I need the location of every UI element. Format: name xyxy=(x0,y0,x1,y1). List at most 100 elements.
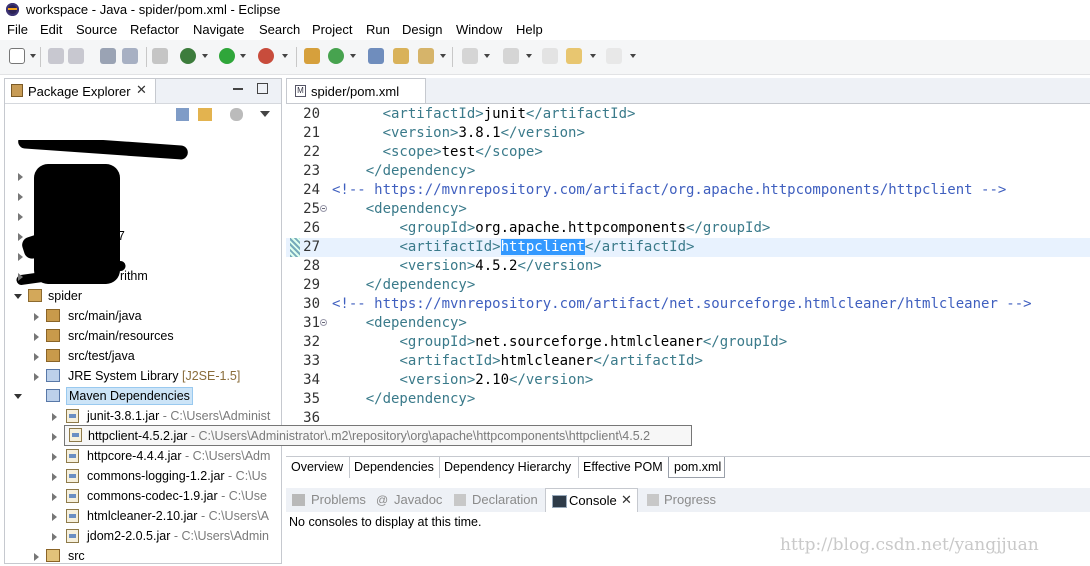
back-dropdown-icon[interactable] xyxy=(590,54,596,58)
collapsed-arrow-icon[interactable] xyxy=(34,553,39,561)
open-folder-icon[interactable] xyxy=(393,48,409,64)
code-line[interactable]: 30 <!-- https://mvnrepository.com/artifac… xyxy=(286,295,1090,314)
save-icon[interactable] xyxy=(48,48,64,64)
toggle-icon[interactable] xyxy=(152,48,168,64)
tab-javadoc[interactable]: Javadoc xyxy=(394,492,442,507)
previous-annotation-icon[interactable] xyxy=(503,48,519,64)
collapsed-arrow-icon[interactable] xyxy=(52,473,57,481)
collapsed-arrow-icon[interactable] xyxy=(34,373,39,381)
search-dropdown-icon[interactable] xyxy=(440,54,446,58)
tree-item-jar[interactable]: httpcore-4.4.4.jar - C:\Users\Adm xyxy=(52,446,282,466)
tree-item-src-test-java[interactable]: src/test/java xyxy=(34,346,274,366)
new-class-dropdown-icon[interactable] xyxy=(350,54,356,58)
menu-window[interactable]: Window xyxy=(456,22,502,37)
last-edit-location-icon[interactable] xyxy=(542,48,558,64)
debug-dropdown-icon[interactable] xyxy=(202,54,208,58)
code-line[interactable]: 26 <groupId>org.apache.httpcomponents</g… xyxy=(286,219,1090,238)
tree-item-jre-system-library[interactable]: JRE System Library [J2SE-1.5] xyxy=(34,366,274,386)
next-annotation-icon[interactable] xyxy=(462,48,478,64)
collapsed-arrow-icon[interactable] xyxy=(52,533,57,541)
fold-icon[interactable] xyxy=(320,319,327,326)
tree-item-src-main-java[interactable]: src/main/java xyxy=(34,306,274,326)
tree-item-jar[interactable]: htmlcleaner-2.10.jar - C:\Users\A xyxy=(52,506,282,526)
menu-source[interactable]: Source xyxy=(76,22,117,37)
external-tools-icon[interactable] xyxy=(258,48,274,64)
code-line[interactable]: 27 <artifactId>httpclient</artifactId> xyxy=(286,238,1090,257)
tree-item-jar[interactable]: junit-3.8.1.jar - C:\Users\Administ xyxy=(52,406,282,426)
tree-item-jar[interactable]: jdom2-2.0.5.jar - C:\Users\Admin xyxy=(52,526,282,546)
tab-package-explorer[interactable]: Package Explorer ✕ xyxy=(5,79,156,103)
save-all-icon[interactable] xyxy=(68,48,84,64)
tab-console[interactable]: Console ✕ xyxy=(545,488,638,512)
collapsed-arrow-icon[interactable] xyxy=(52,453,57,461)
external-tools-dropdown-icon[interactable] xyxy=(282,54,288,58)
code-line[interactable]: 24 <!-- https://mvnrepository.com/artifac… xyxy=(286,181,1090,200)
tab-pom-xml[interactable]: M spider/pom.xml xyxy=(286,78,426,103)
tree-item-src-main-resources[interactable]: src/main/resources xyxy=(34,326,274,346)
tree-item-maven-dependencies[interactable]: Maven Dependencies xyxy=(14,386,274,406)
code-editor[interactable]: 20 <artifactId>junit</artifactId> 21 <ver… xyxy=(286,104,1090,452)
tab-pom-xml-source[interactable]: pom.xml xyxy=(668,457,725,478)
expanded-arrow-icon[interactable] xyxy=(14,394,22,399)
expanded-arrow-icon[interactable] xyxy=(14,294,22,299)
tab-declaration[interactable]: Declaration xyxy=(472,492,538,507)
menu-search[interactable]: Search xyxy=(259,22,300,37)
new-class-icon[interactable] xyxy=(328,48,344,64)
code-line[interactable]: 28 <version>4.5.2</version> xyxy=(286,257,1090,276)
code-line[interactable]: 34 <version>2.10</version> xyxy=(286,371,1090,390)
close-icon[interactable]: ✕ xyxy=(621,492,632,508)
tab-effective-pom[interactable]: Effective POM xyxy=(578,457,669,478)
open-type-icon[interactable] xyxy=(368,48,384,64)
tab-dependencies[interactable]: Dependencies xyxy=(349,457,440,478)
collapsed-arrow-icon[interactable] xyxy=(52,513,57,521)
code-line[interactable]: 33 <artifactId>htmlcleaner</artifactId> xyxy=(286,352,1090,371)
code-line[interactable]: 22 <scope>test</scope> xyxy=(286,143,1090,162)
tree-item-jar[interactable]: commons-logging-1.2.jar - C:\Us xyxy=(52,466,282,486)
tab-problems[interactable]: Problems xyxy=(311,492,366,507)
search-icon[interactable] xyxy=(418,48,434,64)
menu-file[interactable]: File xyxy=(7,22,28,37)
collapsed-arrow-icon[interactable] xyxy=(34,353,39,361)
fold-icon[interactable] xyxy=(320,205,327,212)
tab-overview[interactable]: Overview xyxy=(286,457,350,478)
code-line[interactable]: 21 <version>3.8.1</version> xyxy=(286,124,1090,143)
menu-help[interactable]: Help xyxy=(516,22,543,37)
code-line[interactable]: 20 <artifactId>junit</artifactId> xyxy=(286,105,1090,124)
back-arrow-icon[interactable] xyxy=(566,48,582,64)
menu-design[interactable]: Design xyxy=(402,22,442,37)
code-line[interactable]: 23 </dependency> xyxy=(286,162,1090,181)
next-annotation-dropdown-icon[interactable] xyxy=(484,54,490,58)
new-java-project-icon[interactable] xyxy=(304,48,320,64)
tab-dependency-hierarchy[interactable]: Dependency Hierarchy xyxy=(439,457,579,478)
new-icon[interactable] xyxy=(9,48,25,64)
code-line[interactable]: 32 <groupId>net.sourceforge.htmlcleaner<… xyxy=(286,333,1090,352)
link-with-editor-icon[interactable] xyxy=(198,108,212,121)
debug-icon[interactable] xyxy=(180,48,196,64)
forward-dropdown-icon[interactable] xyxy=(630,54,636,58)
code-line[interactable]: 31 <dependency> xyxy=(286,314,1090,333)
collapsed-arrow-icon[interactable] xyxy=(52,433,57,441)
previous-annotation-dropdown-icon[interactable] xyxy=(526,54,532,58)
collapsed-arrow-icon[interactable] xyxy=(34,313,39,321)
view-menu-icon[interactable] xyxy=(260,111,270,117)
menu-run[interactable]: Run xyxy=(366,22,390,37)
tree-item-src[interactable]: src xyxy=(34,546,274,566)
close-icon[interactable]: ✕ xyxy=(136,82,147,98)
collapsed-arrow-icon[interactable] xyxy=(52,413,57,421)
tree-item-jar[interactable]: commons-codec-1.9.jar - C:\Use xyxy=(52,486,282,506)
collapse-all-icon[interactable] xyxy=(176,108,189,121)
properties-icon[interactable] xyxy=(122,48,138,64)
minimize-icon[interactable] xyxy=(233,88,243,90)
collapsed-arrow-icon[interactable] xyxy=(52,493,57,501)
new-dropdown-icon[interactable] xyxy=(30,54,36,58)
menu-refactor[interactable]: Refactor xyxy=(130,22,179,37)
forward-arrow-icon[interactable] xyxy=(606,48,622,64)
run-icon[interactable] xyxy=(219,48,235,64)
menu-edit[interactable]: Edit xyxy=(40,22,62,37)
code-line[interactable]: 25 <dependency> xyxy=(286,200,1090,219)
menu-navigate[interactable]: Navigate xyxy=(193,22,244,37)
collapsed-arrow-icon[interactable] xyxy=(34,333,39,341)
code-line[interactable]: 35 </dependency> xyxy=(286,390,1090,409)
code-line[interactable]: 29 </dependency> xyxy=(286,276,1090,295)
tab-progress[interactable]: Progress xyxy=(664,492,716,507)
